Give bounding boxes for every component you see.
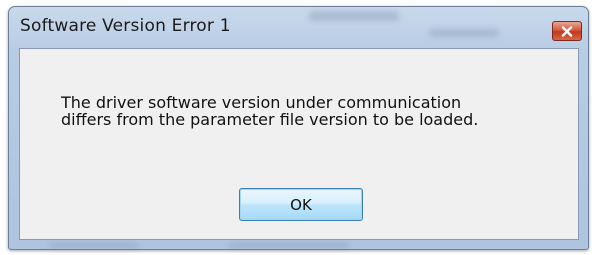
dialog-title: Software Version Error 1 [20,16,231,36]
error-message-line-2: differs from the parameter file version … [61,110,479,129]
glass-background-blur [49,243,139,248]
close-icon [561,25,573,37]
close-button[interactable] [552,21,582,41]
error-message-line-1: The driver software version under commun… [61,93,462,112]
title-bar[interactable]: Software Version Error 1 [9,7,588,47]
glass-background-blur [229,243,349,248]
error-dialog: Software Version Error 1 The driver soft… [8,6,589,250]
ok-button[interactable]: OK [239,188,363,221]
dialog-body: The driver software version under commun… [19,48,579,240]
error-message: The driver software version under commun… [61,94,541,128]
